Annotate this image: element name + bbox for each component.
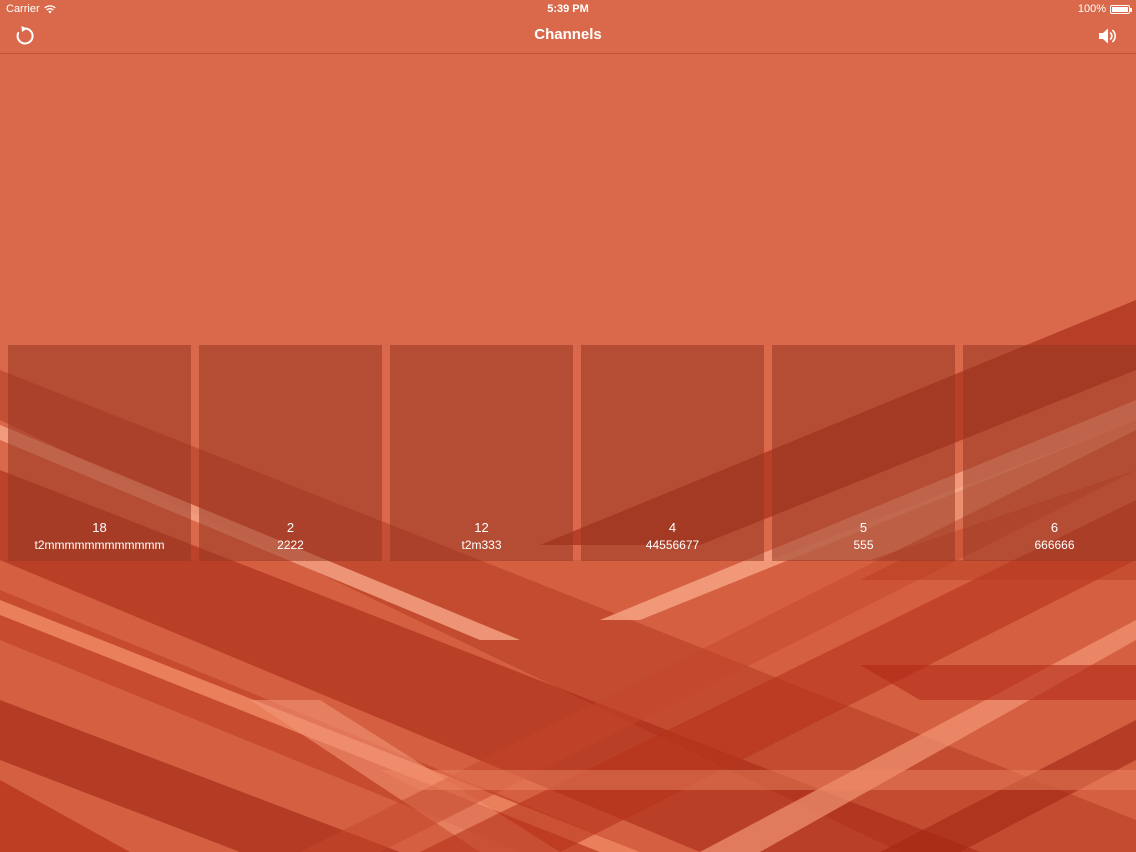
channel-number: 18: [92, 520, 107, 535]
channel-number: 2: [286, 520, 295, 535]
channel-name: 555: [853, 538, 874, 552]
battery-fill: [1112, 6, 1128, 12]
battery-icon: [1110, 4, 1132, 14]
speaker-icon: [1099, 28, 1116, 44]
app-window: Carrier 5:39 PM 100% Channels 18 t2mmmmm…: [0, 0, 1136, 852]
channel-number: 4: [668, 520, 677, 535]
status-right: 100%: [1077, 3, 1132, 15]
channel-tile[interactable]: 5 555: [772, 345, 955, 561]
channel-tile[interactable]: 6 666666: [963, 345, 1136, 561]
page-title: Channels: [534, 26, 602, 43]
channel-name: 666666: [1034, 538, 1075, 552]
status-time: 5:39 PM: [547, 3, 589, 15]
channel-name: t2m333: [461, 538, 502, 552]
battery-nub: [1130, 7, 1132, 12]
channel-tile[interactable]: 2 2222: [199, 345, 382, 561]
sound-button[interactable]: [1096, 24, 1120, 48]
status-bar: Carrier 5:39 PM 100%: [0, 0, 1136, 18]
channel-number: 12: [474, 520, 489, 535]
channel-tile[interactable]: 12 t2m333: [390, 345, 573, 561]
battery-percent: 100%: [1077, 3, 1106, 15]
navigation-bar: Channels: [0, 18, 1136, 54]
channel-name: 44556677: [645, 538, 700, 552]
channel-tile[interactable]: 18 t2mmmmmmmmmmmm: [8, 345, 191, 561]
channel-tile[interactable]: 4 44556677: [581, 345, 764, 561]
channel-number: 6: [1050, 520, 1059, 535]
channel-number: 5: [859, 520, 868, 535]
channel-name: t2mmmmmmmmmmmm: [34, 538, 165, 552]
channel-list: 18 t2mmmmmmmmmmmm 2 2222 12 t2m333 4 44556677 5 5…: [8, 345, 1136, 561]
channel-name: 2222: [277, 538, 304, 552]
